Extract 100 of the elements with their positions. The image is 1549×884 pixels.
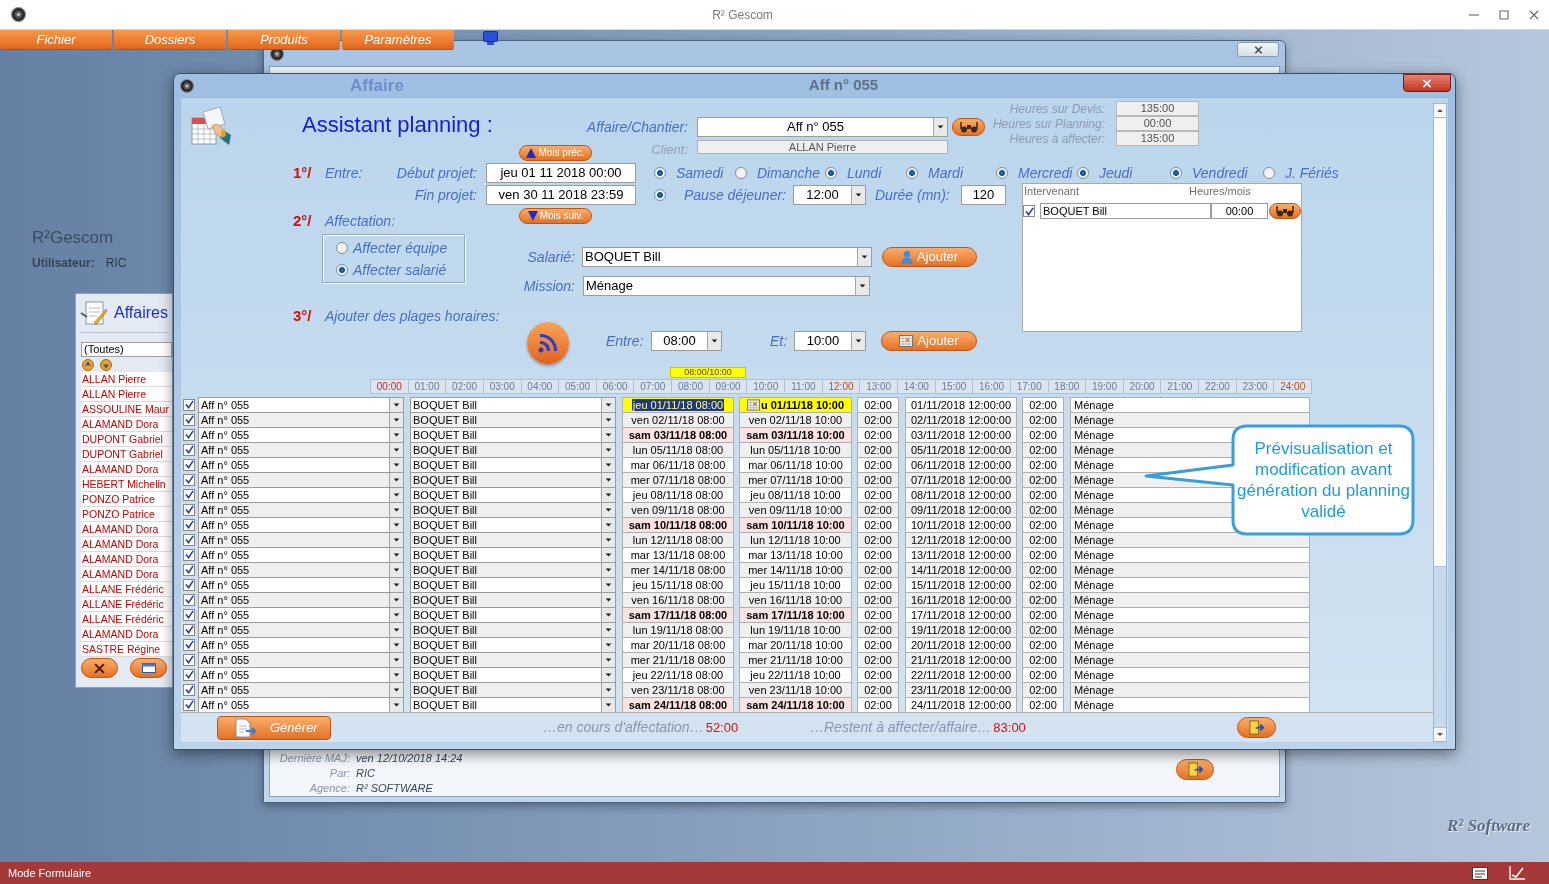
employee-dropdown[interactable]: BOQUET Bill: [582, 247, 872, 267]
list-item[interactable]: ALAMAND Dora: [81, 552, 172, 567]
checkbox[interactable]: [183, 398, 195, 411]
timestamp-field[interactable]: 08/11/2018 12:00:00: [905, 487, 1017, 502]
duration-field[interactable]: 02:00: [857, 697, 899, 712]
duration-field[interactable]: 02:00: [857, 397, 899, 412]
mission-field[interactable]: Ménage: [1070, 412, 1310, 427]
checkbox[interactable]: [183, 413, 195, 426]
close-button[interactable]: [1237, 42, 1279, 57]
end-date-field[interactable]: sam 03/11/18 10:00: [739, 427, 852, 442]
list-item[interactable]: HEBERT Michelin: [81, 477, 172, 492]
timestamp-field[interactable]: 16/11/2018 12:00:00: [905, 592, 1017, 607]
checkbox[interactable]: [183, 563, 195, 576]
end-date-field[interactable]: lun 19/11/18 10:00: [739, 622, 852, 637]
start-date-field[interactable]: jeu 08/11/18 08:00: [622, 487, 734, 502]
timestamp-field[interactable]: 17/11/2018 12:00:00: [905, 607, 1017, 622]
caret-icon[interactable]: [389, 623, 403, 637]
caret-icon[interactable]: [851, 186, 865, 204]
duration-field[interactable]: 02:00: [1022, 457, 1064, 472]
timestamp-field[interactable]: 14/11/2018 12:00:00: [905, 562, 1017, 577]
caret-icon[interactable]: [601, 698, 615, 712]
duration-field[interactable]: 02:00: [1022, 472, 1064, 487]
timestamp-field[interactable]: 03/11/2018 12:00:00: [905, 427, 1017, 442]
affaire-dropdown[interactable]: Aff n° 055: [198, 472, 404, 487]
mission-field[interactable]: Ménage: [1070, 637, 1310, 652]
lunch-dropdown[interactable]: 12:00: [793, 185, 866, 205]
end-date-field[interactable]: mer 07/11/18 10:00: [739, 472, 852, 487]
list-item[interactable]: ALAMAND Dora: [81, 537, 172, 552]
checkbox[interactable]: [183, 608, 195, 621]
caret-icon[interactable]: [601, 533, 615, 547]
caret-icon[interactable]: [601, 668, 615, 682]
end-date-field[interactable]: jeu 08/11/18 10:00: [739, 487, 852, 502]
start-date-field[interactable]: sam 17/11/18 08:00: [622, 607, 734, 622]
affaire-dropdown[interactable]: Aff n° 055: [198, 637, 404, 652]
caret-icon[interactable]: [389, 578, 403, 592]
timestamp-field[interactable]: 07/11/2018 12:00:00: [905, 472, 1017, 487]
start-date-field[interactable]: ven 16/11/18 08:00: [622, 592, 734, 607]
affaire-dropdown[interactable]: Aff n° 055: [198, 577, 404, 592]
checkbox[interactable]: [183, 443, 195, 456]
duration-field[interactable]: 02:00: [857, 472, 899, 487]
duration-field[interactable]: 02:00: [1022, 397, 1064, 412]
employee-dropdown[interactable]: BOQUET Bill: [410, 652, 616, 667]
checkbox[interactable]: [183, 503, 195, 516]
mission-field[interactable]: Ménage: [1070, 562, 1310, 577]
list-item[interactable]: ALLAN Pierre: [81, 387, 172, 402]
affaire-dropdown[interactable]: Aff n° 055: [198, 592, 404, 607]
duration-field[interactable]: 02:00: [1022, 607, 1064, 622]
caret-icon[interactable]: [601, 578, 615, 592]
employee-dropdown[interactable]: BOQUET Bill: [410, 397, 616, 412]
affaire-dropdown[interactable]: Aff n° 055: [198, 697, 404, 712]
caret-icon[interactable]: [601, 413, 615, 427]
duration-field[interactable]: 02:00: [1022, 412, 1064, 427]
mission-field[interactable]: Ménage: [1070, 682, 1310, 697]
duration-field[interactable]: 02:00: [1022, 547, 1064, 562]
list-item[interactable]: ALAMAND Dora: [81, 417, 172, 432]
mission-dropdown[interactable]: Ménage: [583, 276, 870, 296]
checkbox[interactable]: [183, 473, 195, 486]
duration-field[interactable]: 02:00: [1022, 652, 1064, 667]
mission-field[interactable]: Ménage: [1070, 697, 1310, 712]
list-item[interactable]: ALLAN Pierre: [81, 372, 172, 387]
caret-icon[interactable]: [601, 638, 615, 652]
list-item[interactable]: ALAMAND Dora: [81, 522, 172, 537]
duration-field[interactable]: 02:00: [1022, 517, 1064, 532]
caret-icon[interactable]: [389, 683, 403, 697]
affaire-dropdown[interactable]: Aff n° 055: [198, 547, 404, 562]
end-date-field[interactable]: ven 23/11/18 10:00: [739, 682, 852, 697]
employee-dropdown[interactable]: BOQUET Bill: [410, 607, 616, 622]
affaire-dropdown[interactable]: Aff n° 055: [198, 487, 404, 502]
start-date-field[interactable]: ven 23/11/18 08:00: [622, 682, 734, 697]
caret-icon[interactable]: [389, 593, 403, 607]
checkbox[interactable]: [1023, 205, 1035, 217]
radio-button[interactable]: [735, 167, 747, 179]
caret-icon[interactable]: [389, 488, 403, 502]
end-date-field[interactable]: u 01/11/18 10:00: [739, 397, 852, 412]
caret-icon[interactable]: [389, 473, 403, 487]
checkbox[interactable]: [183, 533, 195, 546]
employee-dropdown[interactable]: BOQUET Bill: [410, 667, 616, 682]
filter-field[interactable]: (Toutes): [81, 342, 172, 357]
duration-field[interactable]: 02:00: [857, 502, 899, 517]
duration-field[interactable]: 02:00: [1022, 502, 1064, 517]
new-button[interactable]: [130, 658, 167, 678]
caret-icon[interactable]: [601, 548, 615, 562]
sort-down-icon[interactable]: [100, 359, 112, 371]
employee-dropdown[interactable]: BOQUET Bill: [410, 562, 616, 577]
duration-field[interactable]: 02:00: [1022, 532, 1064, 547]
end-date-field[interactable]: jeu 22/11/18 10:00: [739, 667, 852, 682]
list-item[interactable]: ALLANE Frédéric: [81, 582, 172, 597]
radio-button[interactable]: [1263, 167, 1275, 179]
timestamp-field[interactable]: 12/11/2018 12:00:00: [905, 532, 1017, 547]
list-item[interactable]: ASSOULINE Maur: [81, 402, 172, 417]
caret-icon[interactable]: [389, 533, 403, 547]
checkbox[interactable]: [183, 653, 195, 666]
worker-hours-field[interactable]: 00:00: [1211, 203, 1268, 219]
start-date-field[interactable]: ven 02/11/18 08:00: [622, 412, 734, 427]
duration-field[interactable]: 02:00: [1022, 577, 1064, 592]
list-item[interactable]: ALAMAND Dora: [81, 627, 172, 642]
caret-icon[interactable]: [601, 398, 615, 412]
duration-field[interactable]: 02:00: [857, 517, 899, 532]
duration-field[interactable]: 02:00: [1022, 442, 1064, 457]
duration-field[interactable]: 02:00: [1022, 682, 1064, 697]
